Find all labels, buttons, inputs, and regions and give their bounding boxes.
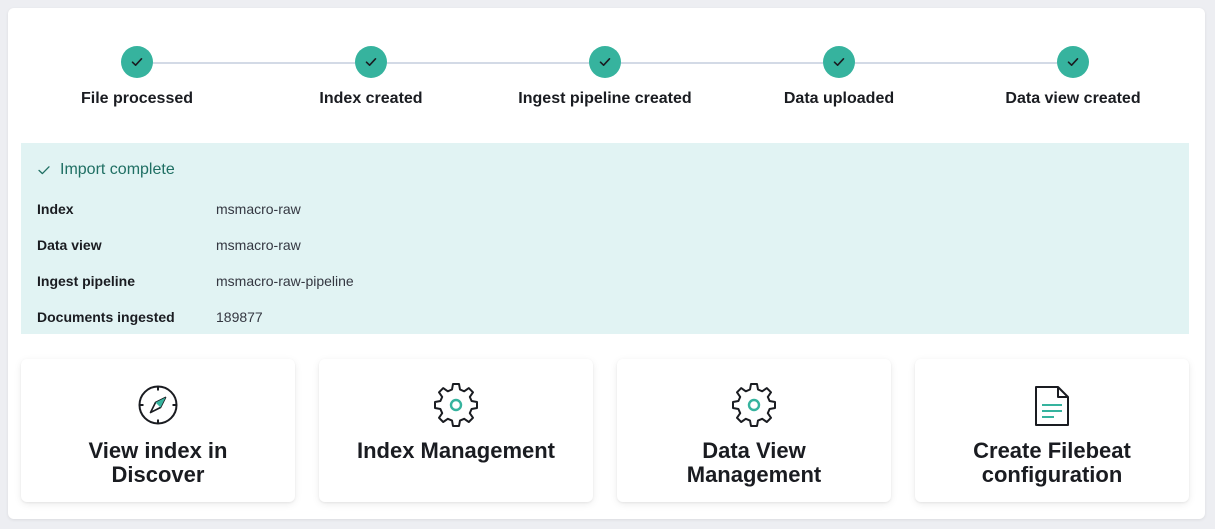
result-key: Ingest pipeline: [37, 273, 136, 289]
step-complete-check-icon: [355, 46, 387, 78]
import-steps: File processed Index created Ingest pipe…: [20, 46, 1194, 126]
step-label: Index created: [319, 90, 423, 107]
card-title: Data View Management: [686, 438, 822, 487]
step-index-created: Index created: [254, 46, 488, 108]
step-label: Data uploaded: [783, 90, 895, 107]
data-view-management-card[interactable]: Data View Management: [617, 359, 891, 502]
step-data-uploaded: Data uploaded: [722, 46, 956, 108]
result-row-data-view: Data view msmacro-raw: [37, 237, 301, 253]
result-value: msmacro-raw: [216, 237, 301, 253]
step-ingest-pipeline-created: Ingest pipeline created: [488, 46, 722, 108]
card-title: View index in Discover: [88, 438, 228, 487]
step-data-view-created: Data view created: [956, 46, 1190, 108]
gear-icon: [434, 383, 478, 427]
step-complete-check-icon: [589, 46, 621, 78]
index-management-card[interactable]: Index Management: [319, 359, 593, 502]
result-value: msmacro-raw: [216, 201, 301, 217]
result-row-index: Index msmacro-raw: [37, 201, 301, 217]
step-complete-check-icon: [1057, 46, 1089, 78]
check-icon: [37, 163, 51, 177]
result-value: 189877: [216, 309, 263, 325]
card-title: Index Management: [356, 438, 556, 463]
compass-icon: [136, 383, 180, 427]
callout-title-text: Import complete: [60, 161, 175, 178]
result-key: Index: [37, 201, 74, 217]
step-complete-check-icon: [121, 46, 153, 78]
step-label: Data view created: [1005, 90, 1141, 107]
import-results-panel: File processed Index created Ingest pipe…: [8, 8, 1205, 519]
step-file-processed: File processed: [20, 46, 254, 108]
card-title: Create Filebeat configuration: [973, 438, 1131, 487]
result-key: Documents ingested: [37, 309, 175, 325]
step-label: File processed: [80, 90, 194, 107]
step-label: Ingest pipeline created: [518, 90, 692, 107]
result-key: Data view: [37, 237, 102, 253]
callout-title: Import complete: [37, 161, 175, 179]
result-row-ingest-pipeline: Ingest pipeline msmacro-raw-pipeline: [37, 273, 354, 289]
import-complete-callout: Import complete Index msmacro-raw Data v…: [21, 143, 1189, 334]
document-icon: [1030, 383, 1074, 427]
result-value: msmacro-raw-pipeline: [216, 273, 354, 289]
step-complete-check-icon: [823, 46, 855, 78]
create-filebeat-config-card[interactable]: Create Filebeat configuration: [915, 359, 1189, 502]
result-row-documents-ingested: Documents ingested 189877: [37, 309, 263, 325]
gear-icon: [732, 383, 776, 427]
view-in-discover-card[interactable]: View index in Discover: [21, 359, 295, 502]
